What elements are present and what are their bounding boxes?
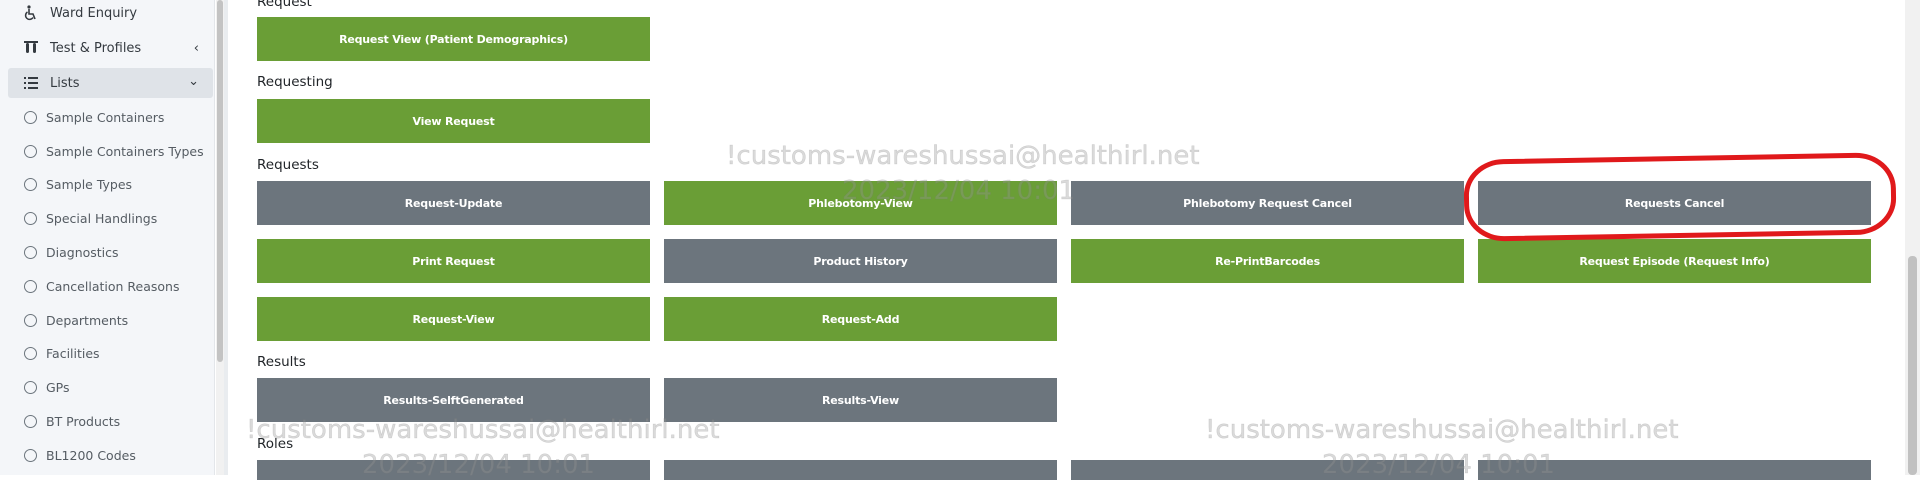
sidebar-scrollbar-thumb[interactable] [217,0,223,362]
circle-icon [24,414,37,428]
roles-button[interactable] [664,460,1057,480]
sidebar-subitem-label: Cancellation Reasons [46,278,180,294]
view-request-button[interactable]: View Request [257,99,650,143]
circle-icon [24,144,37,158]
roles-button[interactable] [1071,460,1464,480]
highlight-annotation [1463,152,1897,242]
chevron-down-icon: ⌄ [188,74,199,89]
sidebar-subitem-label: Diagnostics [46,244,119,260]
sidebar-item-ward-enquiry[interactable]: Ward Enquiry [8,0,213,28]
chevron-left-icon: ‹ [193,40,199,56]
watermark-user: !customs-wareshussai@healthirl.net [1205,415,1679,446]
re-print-barcodes-button[interactable]: Re-PrintBarcodes [1071,239,1464,283]
request-add-button[interactable]: Request-Add [664,297,1057,341]
section-label-request: Request [257,0,312,10]
circle-icon [24,211,37,225]
sidebar-subitem-sample-containers[interactable]: Sample Containers [24,105,164,129]
sidebar-subitem-diagnostics[interactable]: Diagnostics [24,240,119,264]
sidebar-subitem-label: Sample Types [46,176,133,192]
circle-icon [24,279,37,293]
sidebar-subitem-sample-containers-types[interactable]: Sample Containers Types [24,139,204,163]
circle-icon [24,380,37,394]
results-selftgenerated-button[interactable]: Results-SelftGenerated [257,378,650,422]
sidebar-scrollbar[interactable] [216,0,224,475]
sidebar-subitem-label: Sample Containers [46,109,165,125]
sidebar-item-label: Ward Enquiry [50,5,138,21]
sidebar-item-lists[interactable]: Lists ⌄ [8,68,213,98]
circle-icon [24,448,37,462]
sidebar-subitem-facilities[interactable]: Facilities [24,341,100,365]
sidebar-subitem-label: GPs [46,379,70,395]
circle-icon [24,346,37,360]
sidebar-subitem-label: Sample Containers Types [46,143,204,159]
divider [224,0,228,475]
sidebar-subitem-bt-products[interactable]: BT Products [24,409,120,433]
main-scrollbar-thumb[interactable] [1908,256,1917,475]
sidebar-subitem-gps[interactable]: GPs [24,375,70,399]
section-label-requesting: Requesting [257,74,333,90]
request-episode-button[interactable]: Request Episode (Request Info) [1478,239,1871,283]
circle-icon [24,177,37,191]
roles-button[interactable] [1478,460,1871,480]
roles-button[interactable] [257,460,650,480]
list-icon [22,74,40,92]
sidebar-item-test-profiles[interactable]: Test & Profiles ‹ [8,33,213,63]
print-request-button[interactable]: Print Request [257,239,650,283]
product-history-button[interactable]: Product History [664,239,1057,283]
watermark-user: !customs-wareshussai@healthirl.net [726,141,1200,172]
section-label-results: Results [257,354,306,370]
circle-icon [24,313,37,327]
wheelchair-icon [22,4,40,22]
sidebar-item-label: Lists [50,75,80,91]
sidebar-subitem-departments[interactable]: Departments [24,308,128,332]
request-view-button[interactable]: Request-View [257,297,650,341]
sidebar-subitem-label: Special Handlings [46,210,158,226]
sidebar-subitem-label: BL1200 Codes [46,447,136,463]
phlebotomy-request-cancel-button[interactable]: Phlebotomy Request Cancel [1071,181,1464,225]
circle-icon [24,245,37,259]
main-scrollbar[interactable] [1905,0,1920,475]
request-view-patient-demographics-button[interactable]: Request View (Patient Demographics) [257,17,650,61]
sidebar-subitem-sample-types[interactable]: Sample Types [24,172,132,196]
sidebar-subitem-label: Departments [46,312,129,328]
phlebotomy-view-button[interactable]: Phlebotomy-View [664,181,1057,225]
request-update-button[interactable]: Request-Update [257,181,650,225]
sidebar-item-label: Test & Profiles [50,40,142,56]
results-view-button[interactable]: Results-View [664,378,1057,422]
sidebar-subitem-label: Facilities [46,345,100,361]
sidebar-subitem-label: BT Products [46,413,121,429]
sidebar-subitem-cancellation-reasons[interactable]: Cancellation Reasons [24,274,179,298]
sidebar: Ward Enquiry Test & Profiles ‹ Lists ⌄ S… [0,0,215,475]
sidebar-subitem-bl1200-codes[interactable]: BL1200 Codes [24,443,136,467]
section-label-requests: Requests [257,157,319,173]
circle-icon [24,110,37,124]
test-tubes-icon [22,39,40,57]
sidebar-subitem-special-handlings[interactable]: Special Handlings [24,206,157,230]
section-label-roles: Roles [257,436,294,452]
